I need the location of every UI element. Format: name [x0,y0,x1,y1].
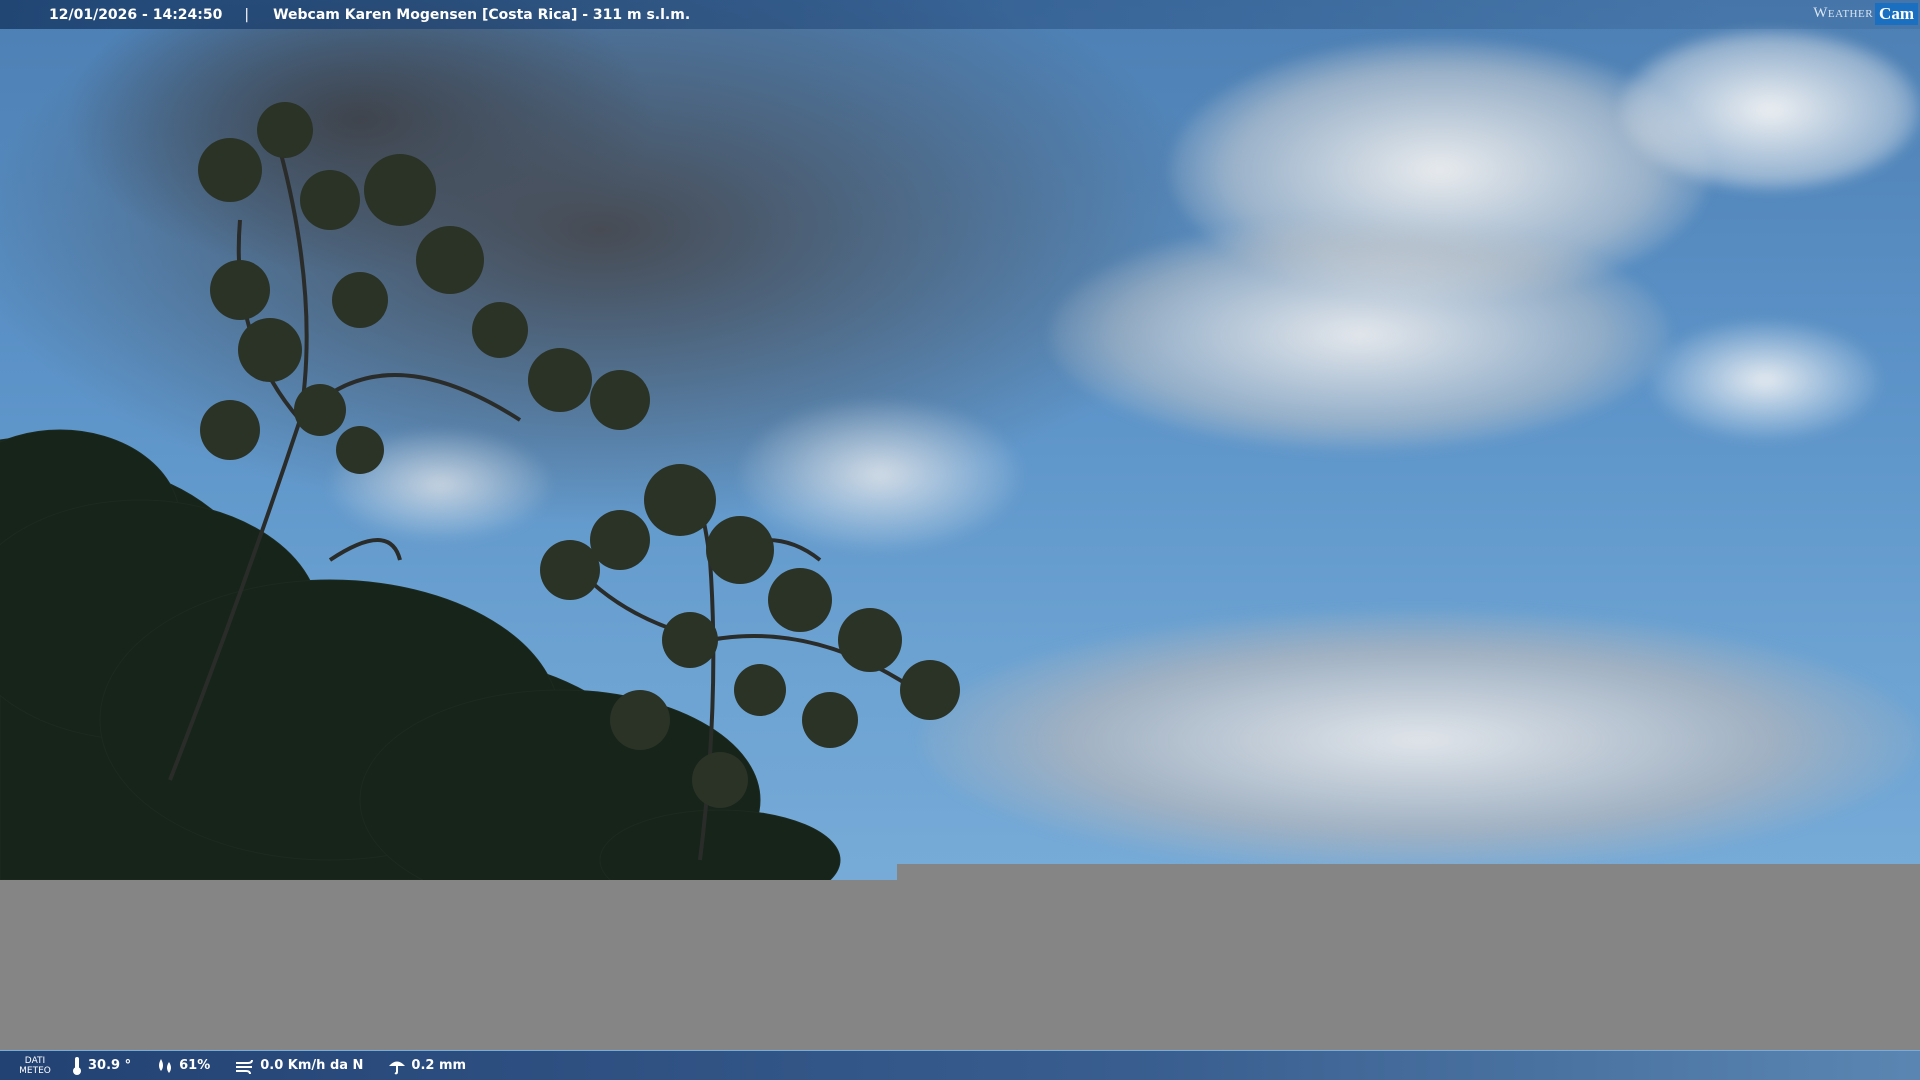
dati-label: DATI [24,1055,46,1066]
wind-reading: 0.0 Km/h da N [234,1057,363,1075]
weathercam-logo: Weather Cam [1813,1,1918,26]
meteo-label: METEO [19,1065,51,1076]
humidity-reading: 61% [155,1057,210,1075]
wind-value: 0.0 Km/h da N [260,1058,364,1073]
top-info-bar: 12/01/2026 - 14:24:50 | Webcam Karen Mog… [0,0,1920,29]
temperature-reading: 30.9 ° [70,1056,131,1076]
rain-icon [389,1061,406,1074]
dati-meteo-label: DATI METEO [0,1056,70,1076]
webcam-frame [0,0,1920,1080]
rain-value: 0.2 mm [411,1058,467,1073]
rain-reading: 0.2 mm [387,1057,466,1075]
webcam-title: Webcam Karen Mogensen [Costa Rica] - 311… [273,6,691,23]
grey-band [0,880,1920,1050]
wind-icon [236,1059,254,1074]
logo-weather-text: Weather [1813,5,1874,21]
temperature-value: 30.9 ° [88,1058,132,1073]
humidity-value: 61% [179,1058,211,1073]
grey-patch [897,864,1920,882]
humidity-icon [159,1058,172,1073]
bottom-weather-bar: DATI METEO 30.9 ° 61% 0.0 Km/h da N 0.2 … [0,1051,1920,1080]
timestamp: 12/01/2026 - 14:24:50 [49,6,223,23]
separator: | [244,6,250,23]
thermometer-icon [73,1056,81,1075]
logo-cam-text: Cam [1875,2,1918,25]
